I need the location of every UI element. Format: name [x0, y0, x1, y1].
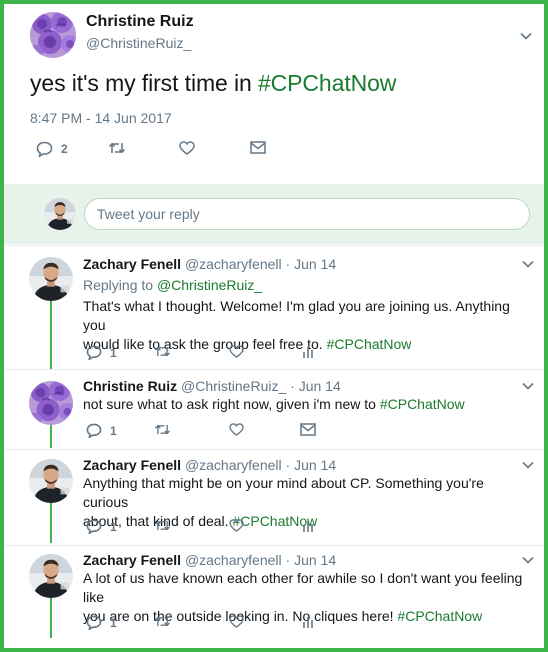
chevron-down-icon[interactable]: [522, 461, 534, 469]
tweet-date[interactable]: · Jun 14: [286, 457, 337, 473]
retweet-button[interactable]: [154, 423, 171, 436]
like-button[interactable]: [179, 141, 195, 155]
like-button[interactable]: [229, 345, 244, 358]
like-button[interactable]: [229, 423, 244, 436]
tweet-actions: 1: [86, 345, 326, 361]
avatar[interactable]: [44, 198, 76, 230]
divider: [4, 369, 544, 370]
author-handle[interactable]: @zacharyfenell: [185, 552, 282, 568]
tweet-text: not sure what to ask right now, given i'…: [83, 396, 465, 412]
reply-icon: [86, 519, 102, 534]
reply-tweet[interactable]: Zachary Fenell @zacharyfenell · Jun 14 R…: [4, 245, 544, 369]
author-handle[interactable]: @zacharyfenell: [185, 256, 282, 272]
chevron-down-icon[interactable]: [522, 260, 534, 268]
direct-message-button[interactable]: [250, 141, 266, 154]
heart-icon: [229, 615, 244, 628]
avatar[interactable]: [29, 554, 73, 598]
reply-button[interactable]: 2: [36, 141, 68, 157]
tweet-actions: 1: [86, 519, 326, 535]
tweet-reply-input[interactable]: [84, 198, 530, 230]
tweet-header: Christine Ruiz @ChristineRuiz_ · Jun 14: [83, 378, 341, 394]
tweet-header: Zachary Fenell @zacharyfenell · Jun 14: [83, 256, 336, 272]
reply-tweet[interactable]: Zachary Fenell @zacharyfenell · Jun 14 A…: [4, 449, 544, 545]
reply-count: 1: [110, 423, 117, 438]
reply-count: 1: [110, 519, 117, 534]
avatar[interactable]: [29, 257, 73, 301]
author-handle[interactable]: @zacharyfenell: [185, 457, 282, 473]
tweet-text: yes it's my first time in #CPChatNow: [30, 70, 397, 96]
retweet-icon: [155, 520, 170, 531]
avatar[interactable]: [30, 12, 76, 58]
reply-count: 1: [110, 615, 117, 630]
hashtag-link[interactable]: #CPChatNow: [380, 396, 465, 412]
reply-icon: [86, 615, 102, 630]
main-tweet: Christine Ruiz @ChristineRuiz_ yes it's …: [4, 4, 544, 182]
reply-icon: [36, 141, 53, 157]
heart-icon: [179, 141, 195, 155]
author-name[interactable]: Zachary Fenell: [83, 256, 181, 272]
author-handle[interactable]: @ChristineRuiz_: [86, 35, 191, 51]
retweet-button[interactable]: [154, 615, 171, 628]
reply-tweet[interactable]: Zachary Fenell @zacharyfenell · Jun 14 A…: [4, 545, 544, 648]
hashtag-link[interactable]: #CPChatNow: [397, 608, 482, 624]
retweet-button[interactable]: [154, 519, 171, 532]
tweet-date[interactable]: · Jun 14: [290, 378, 341, 394]
author-handle[interactable]: @ChristineRuiz_: [181, 378, 286, 394]
author-name[interactable]: Christine Ruiz: [86, 13, 194, 31]
tweet-actions: 1: [86, 615, 326, 631]
chevron-down-icon[interactable]: [520, 32, 532, 40]
avatar[interactable]: [29, 381, 73, 425]
avatar[interactable]: [29, 459, 73, 503]
divider: [4, 245, 544, 246]
tweet-header: Zachary Fenell @zacharyfenell · Jun 14: [83, 552, 336, 568]
divider: [4, 545, 544, 546]
heart-icon: [229, 519, 244, 532]
analytics-button[interactable]: [302, 615, 314, 629]
envelope-icon: [250, 141, 266, 154]
analytics-button[interactable]: [302, 519, 314, 533]
reply-button[interactable]: 1: [86, 423, 117, 438]
tweet-header: Zachary Fenell @zacharyfenell · Jun 14: [83, 457, 336, 473]
reply-tweet[interactable]: Christine Ruiz @ChristineRuiz_ · Jun 14 …: [4, 369, 544, 449]
analytics-button[interactable]: [302, 345, 314, 359]
retweet-icon: [108, 142, 126, 154]
like-button[interactable]: [229, 615, 244, 628]
heart-icon: [229, 345, 244, 358]
author-name[interactable]: Zachary Fenell: [83, 552, 181, 568]
divider: [4, 449, 544, 450]
analytics-icon: [303, 617, 313, 628]
author-name[interactable]: Christine Ruiz: [83, 378, 177, 394]
retweet-icon: [155, 424, 170, 435]
author-name[interactable]: Zachary Fenell: [83, 457, 181, 473]
analytics-icon: [303, 347, 313, 358]
retweet-button[interactable]: [154, 345, 171, 358]
reply-icon: [86, 345, 102, 360]
reply-button[interactable]: 1: [86, 345, 117, 360]
replying-to: Replying to @ChristineRuiz_: [83, 277, 263, 293]
like-button[interactable]: [229, 519, 244, 532]
tweet-thread-frame: Christine Ruiz @ChristineRuiz_ yes it's …: [0, 0, 548, 652]
retweet-button[interactable]: [108, 141, 126, 155]
reply-button[interactable]: 1: [86, 519, 117, 534]
reply-icon: [86, 423, 102, 438]
tweet-actions: 1: [86, 423, 326, 439]
envelope-icon: [300, 423, 316, 436]
reply-button[interactable]: 1: [86, 615, 117, 630]
heart-icon: [229, 423, 244, 436]
tweet-date[interactable]: · Jun 14: [286, 256, 337, 272]
reply-count: 2: [61, 142, 68, 156]
hashtag-link[interactable]: #CPChatNow: [258, 70, 396, 96]
retweet-icon: [155, 616, 170, 627]
direct-message-button[interactable]: [300, 423, 316, 436]
tweet-timestamp[interactable]: 8:47 PM - 14 Jun 2017: [30, 110, 172, 126]
mention-link[interactable]: @ChristineRuiz_: [157, 277, 262, 293]
hashtag-link[interactable]: #CPChatNow: [327, 336, 412, 352]
reply-count: 1: [110, 345, 117, 360]
analytics-icon: [303, 521, 313, 532]
tweet-date[interactable]: · Jun 14: [286, 552, 337, 568]
retweet-icon: [155, 346, 170, 357]
chevron-down-icon[interactable]: [522, 556, 534, 564]
chevron-down-icon[interactable]: [522, 382, 534, 390]
reply-composer: [4, 184, 544, 244]
